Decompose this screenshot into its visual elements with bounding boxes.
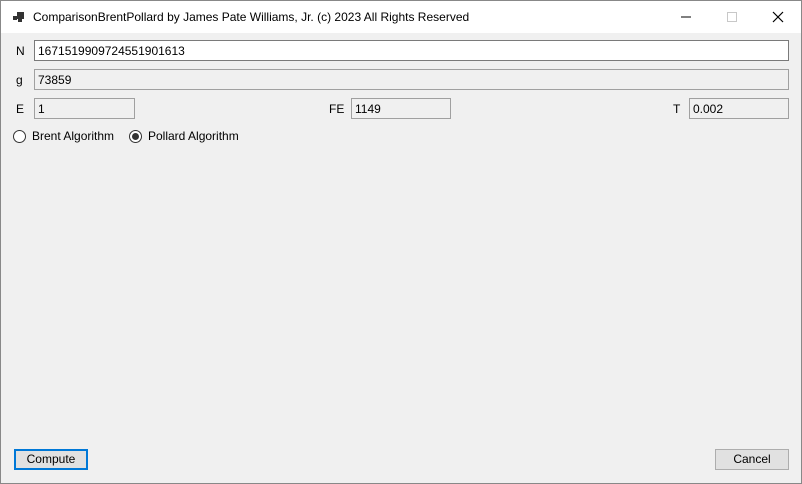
brent-radio-label[interactable]: Brent Algorithm: [32, 129, 114, 143]
maximize-button[interactable]: [709, 1, 755, 33]
maximize-icon: [727, 12, 737, 22]
pollard-radio-circle[interactable]: [129, 130, 142, 143]
g-output: 73859: [34, 69, 789, 90]
window-title: ComparisonBrentPollard by James Pate Wil…: [33, 10, 470, 24]
n-label: N: [16, 44, 25, 58]
fe-output: 1149: [351, 98, 451, 119]
minimize-icon: [681, 16, 691, 18]
main-window: ComparisonBrentPollard by James Pate Wil…: [0, 0, 802, 484]
close-button[interactable]: [755, 1, 801, 33]
fe-label: FE: [329, 102, 345, 116]
g-label: g: [16, 73, 23, 87]
minimize-button[interactable]: [663, 1, 709, 33]
t-output: 0.002: [689, 98, 789, 119]
app-icon[interactable]: [13, 11, 25, 23]
n-input[interactable]: 1671519909724551901613: [34, 40, 789, 61]
brent-radio-circle[interactable]: [13, 130, 26, 143]
cancel-button[interactable]: Cancel: [715, 449, 789, 470]
e-label: E: [16, 102, 25, 116]
compute-button[interactable]: Compute: [14, 449, 88, 470]
e-output: 1: [34, 98, 135, 119]
title-bar[interactable]: ComparisonBrentPollard by James Pate Wil…: [1, 1, 801, 33]
close-icon: [772, 11, 784, 23]
pollard-radio-label[interactable]: Pollard Algorithm: [148, 129, 239, 143]
t-label: T: [673, 102, 681, 116]
pollard-algorithm-radio[interactable]: Pollard Algorithm: [129, 129, 249, 146]
selected-dot-icon: [132, 133, 139, 140]
brent-algorithm-radio[interactable]: Brent Algorithm: [13, 129, 123, 146]
